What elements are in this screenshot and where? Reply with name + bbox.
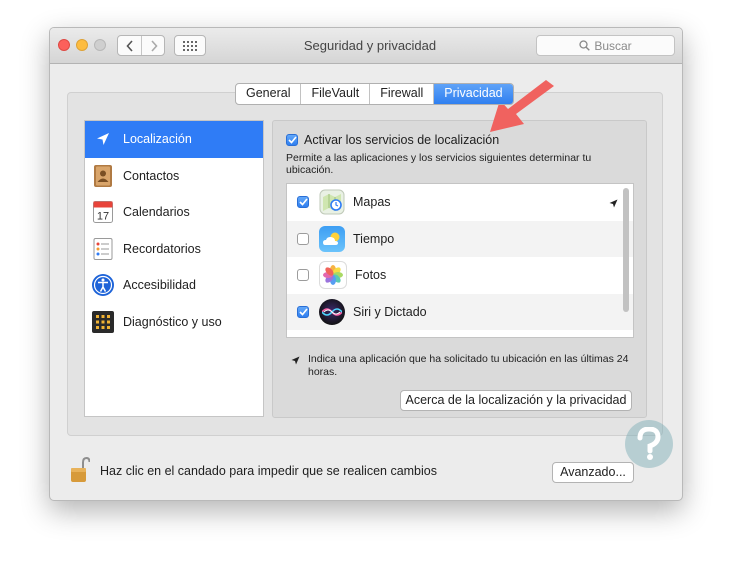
navigation-buttons	[117, 35, 165, 56]
chevron-left-icon	[125, 39, 133, 52]
enable-location-label: Activar los servicios de localización	[304, 133, 500, 147]
sidebar-item-label: Diagnóstico y uso	[123, 314, 222, 329]
location-panel: Activar los servicios de localización Pe…	[272, 120, 647, 418]
list-item-siri[interactable]: Siri y Dictado	[287, 293, 633, 330]
sidebar-item-accesibilidad[interactable]: Accesibilidad	[85, 267, 263, 304]
app-name: Tiempo	[353, 231, 395, 246]
minimize-button[interactable]	[76, 39, 88, 51]
enable-location-checkbox[interactable]	[286, 134, 298, 146]
grid-icon	[183, 40, 197, 51]
unlocked-padlock-icon[interactable]	[70, 456, 91, 486]
sidebar-item-label: Accesibilidad	[123, 278, 196, 293]
sidebar-item-contactos[interactable]: Contactos	[85, 158, 263, 195]
recent-location-note-text: Indica una aplicación que ha solicitado …	[308, 353, 629, 378]
diagnostics-grid-icon	[91, 310, 115, 334]
contacts-book-icon	[91, 164, 115, 188]
search-placeholder: Buscar	[594, 38, 632, 53]
svg-text:17: 17	[97, 211, 109, 223]
enable-location-row: Activar los servicios de localización	[286, 133, 499, 147]
app-checkbox[interactable]	[297, 305, 309, 318]
app-list-scrollbar[interactable]	[623, 188, 629, 312]
chevron-right-icon	[150, 39, 158, 52]
forward-button[interactable]	[142, 36, 165, 55]
checkmark-icon	[298, 198, 308, 206]
advanced-button[interactable]: Avanzado...	[552, 462, 634, 483]
reminders-list-icon	[91, 237, 115, 261]
sidebar-item-label: Calendarios	[123, 205, 190, 220]
recent-location-arrow-icon	[609, 197, 618, 211]
app-checkbox[interactable]	[297, 196, 309, 209]
window-title: Seguridad y privacidad	[303, 38, 437, 53]
calendar-icon: 17	[91, 200, 115, 224]
tab-filevault[interactable]: FileVault	[301, 84, 371, 104]
photos-app-icon	[319, 261, 347, 290]
site-logo-watermark	[625, 420, 673, 468]
lock-instructions: Haz clic en el candado para impedir que …	[100, 464, 437, 478]
list-item-fotos[interactable]: Fotos	[287, 257, 633, 294]
sidebar-item-label: Contactos	[123, 168, 180, 183]
preferences-window: Seguridad y privacidad Buscar General Fi…	[49, 27, 683, 501]
app-checkbox[interactable]	[297, 232, 309, 245]
title-bar: Seguridad y privacidad Buscar	[50, 28, 682, 64]
search-icon	[579, 40, 591, 51]
checkmark-icon	[298, 308, 308, 316]
recent-location-note: Indica una aplicación que ha solicitado …	[291, 353, 636, 379]
sidebar-item-calendarios[interactable]: 17 Calendarios	[85, 194, 263, 231]
about-location-privacy-button[interactable]: Acerca de la localización y la privacida…	[400, 390, 632, 411]
app-list: Mapas Tiempo Fotos Siri y Dictado	[286, 183, 634, 338]
app-name: Siri y Dictado	[353, 304, 427, 319]
list-item-mapas[interactable]: Mapas	[287, 184, 633, 221]
weather-app-icon	[319, 225, 345, 252]
location-arrow-icon	[91, 127, 115, 151]
location-description: Permite a las aplicaciones y los servici…	[286, 152, 592, 176]
tab-general[interactable]: General	[236, 84, 302, 104]
maps-app-icon	[319, 189, 345, 215]
sidebar-item-diagnostico[interactable]: Diagnóstico y uso	[85, 304, 263, 341]
close-button[interactable]	[58, 39, 70, 51]
location-arrow-icon	[291, 353, 300, 379]
app-checkbox[interactable]	[297, 269, 309, 282]
sidebar-item-label: Localización	[123, 132, 192, 147]
privacy-sidebar: Localización Contactos 17 Calendarios Re…	[84, 120, 264, 417]
checkmark-icon	[287, 136, 297, 144]
tab-bar: General FileVault Firewall Privacidad	[235, 83, 514, 105]
back-button[interactable]	[118, 36, 142, 55]
sidebar-item-recordatorios[interactable]: Recordatorios	[85, 231, 263, 268]
sidebar-item-localizacion[interactable]: Localización	[85, 121, 263, 158]
search-field[interactable]: Buscar	[536, 35, 675, 56]
tab-firewall[interactable]: Firewall	[370, 84, 435, 104]
sidebar-item-label: Recordatorios	[123, 241, 201, 256]
app-name: Mapas	[353, 195, 391, 210]
lock-row: Haz clic en el candado para impedir que …	[70, 456, 437, 486]
tab-privacidad[interactable]: Privacidad	[434, 84, 513, 104]
accessibility-person-icon	[91, 273, 115, 297]
app-name: Fotos	[355, 268, 387, 283]
zoom-button[interactable]	[94, 39, 106, 51]
list-item-tiempo[interactable]: Tiempo	[287, 220, 633, 257]
show-all-button[interactable]	[174, 35, 206, 56]
siri-app-icon	[319, 298, 345, 325]
